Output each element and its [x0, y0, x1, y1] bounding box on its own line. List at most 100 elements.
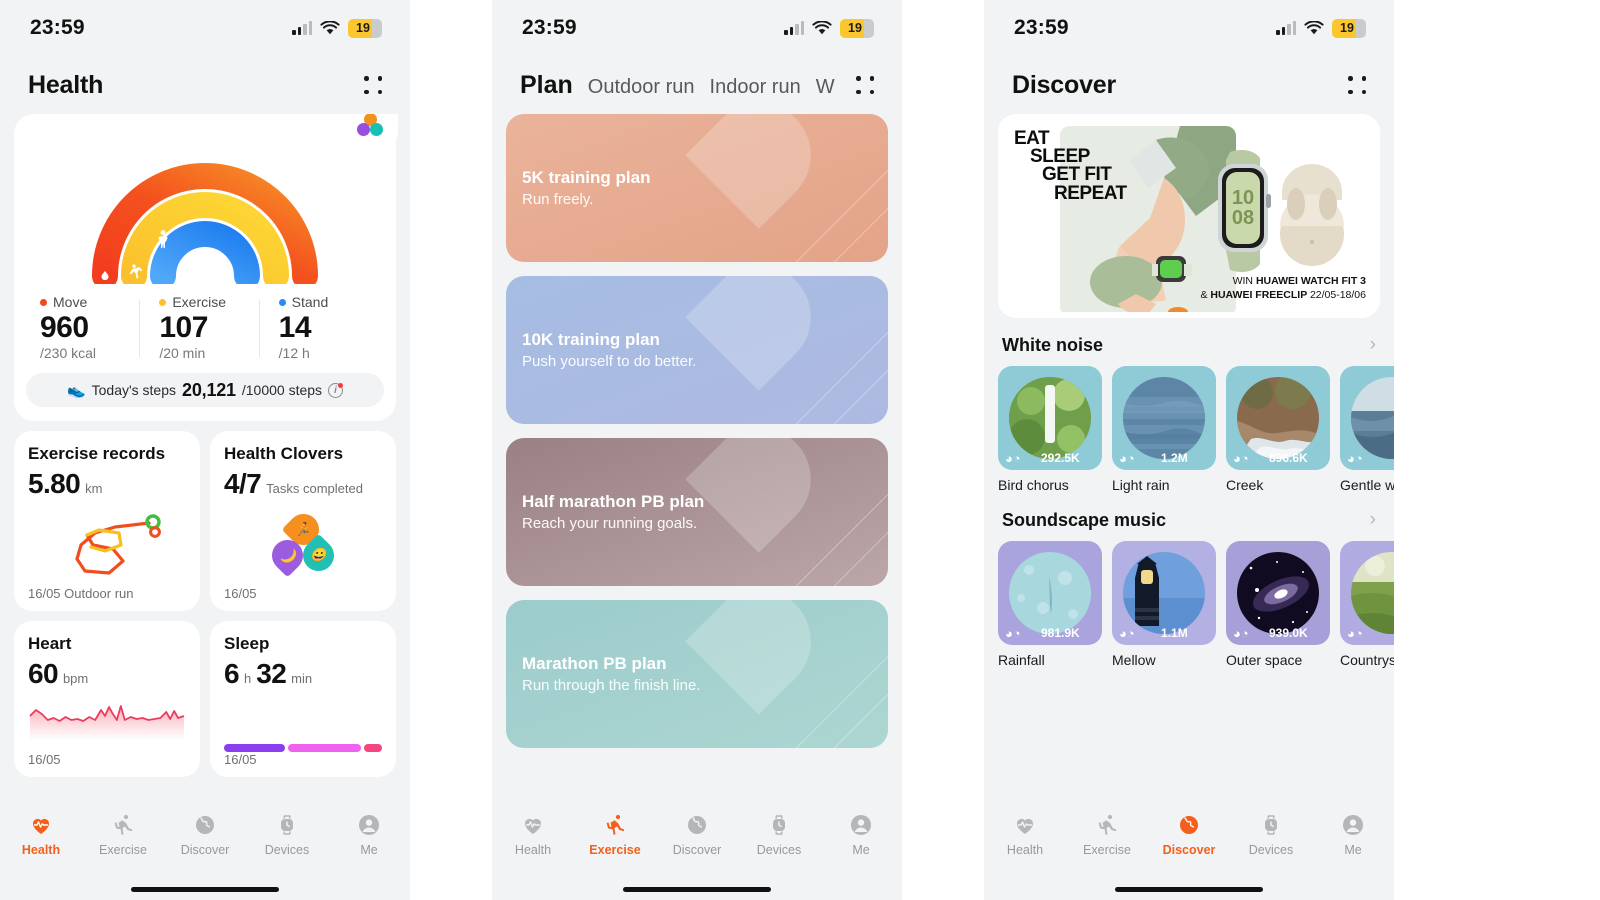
tab-me-label: Me: [360, 843, 378, 857]
tab-devices[interactable]: Devices: [246, 812, 328, 857]
clover-badge-icon[interactable]: [342, 114, 398, 146]
legend-exercise-goal: /20 min: [159, 345, 206, 361]
list-item[interactable]: ◕◔ 1.1M Mellow: [1112, 541, 1216, 668]
tab-indoor-run[interactable]: Indoor run: [710, 76, 801, 99]
tab-discover[interactable]: Discover: [656, 812, 738, 857]
section-title-soundscape-music: Soundscape music: [1002, 509, 1167, 530]
tab-me[interactable]: Me: [328, 812, 410, 857]
tab-health[interactable]: Health: [492, 812, 574, 857]
home-indicator[interactable]: [492, 878, 902, 900]
bottom-tab-bar: Health Exercise Discover Devices Me: [0, 806, 410, 878]
tab-devices-label: Devices: [1248, 843, 1294, 857]
tab-discover-label: Discover: [672, 843, 722, 857]
todays-steps-pill[interactable]: 👟 Today's steps 20,121 /10000 steps i: [26, 373, 384, 407]
wifi-icon: [1304, 20, 1324, 36]
tab-walk-clipped[interactable]: W: [816, 76, 835, 99]
tab-outdoor-run[interactable]: Outdoor run: [588, 76, 695, 99]
list-item[interactable]: ◕◔ 939.0K Outer space: [1226, 541, 1330, 668]
legend-exercise: Exercise 107 /20 min: [139, 294, 264, 361]
plan-card-half-marathon[interactable]: Half marathon PB plan Reach your running…: [506, 438, 888, 586]
home-indicator[interactable]: [984, 878, 1394, 900]
tab-discover[interactable]: Discover: [1148, 812, 1230, 857]
list-item[interactable]: ◕◔ 896.6K Creek: [1226, 366, 1330, 493]
runner-icon: [1094, 812, 1120, 838]
running-shoe-icon: 👟: [66, 382, 86, 399]
tab-exercise[interactable]: Exercise: [82, 812, 164, 857]
activity-rings-card[interactable]: Move 960 /230 kcal Exercise 107 /20 min …: [14, 114, 398, 421]
status-bar: 23:59 19: [984, 0, 1394, 56]
list-item[interactable]: ◕◔ 74 Countrysi: [1340, 541, 1394, 668]
exercise-records-date: 16/05 Outdoor run: [28, 586, 134, 601]
grid-dots-icon[interactable]: [362, 74, 384, 96]
health-clovers-card[interactable]: Health Clovers 4/7 Tasks completed 🏃 🌙 😀…: [210, 431, 396, 611]
section-header-white-noise[interactable]: White noise ›: [984, 334, 1394, 356]
sleep-hours: 6: [224, 658, 240, 689]
chevron-right-icon[interactable]: ›: [1370, 334, 1376, 356]
play-count: 896.6K: [1269, 451, 1308, 465]
info-icon[interactable]: i: [328, 382, 344, 398]
tab-health-label: Health: [1006, 843, 1044, 857]
tab-devices[interactable]: Devices: [1230, 812, 1312, 857]
chevron-right-icon[interactable]: ›: [1370, 509, 1376, 531]
list-item[interactable]: ◕◔ 292.5K Bird chorus: [998, 366, 1102, 493]
activity-rings-graphic: [26, 124, 384, 284]
list-item[interactable]: ◕◔ 981.9K Rainfall: [998, 541, 1102, 668]
plan-subtitle: Run through the finish line.: [522, 677, 701, 694]
exercise-records-title: Exercise records: [28, 444, 166, 463]
play-count: 292.5K: [1041, 451, 1080, 465]
app-header: Discover: [984, 56, 1394, 114]
tab-health[interactable]: Health: [984, 812, 1066, 857]
sleep-card[interactable]: Sleep 6 h 32 min 16/05: [210, 621, 396, 777]
tile-thumbnail: ◕◔ 292.5K: [998, 366, 1102, 470]
section-header-soundscape-music[interactable]: Soundscape music ›: [984, 509, 1394, 531]
grid-dots-icon[interactable]: [854, 74, 876, 96]
white-noise-row[interactable]: ◕◔ 292.5K Bird chorus ◕◔ 1.2M Light rain…: [984, 366, 1394, 493]
tab-exercise[interactable]: Exercise: [1066, 812, 1148, 857]
battery-percent: 19: [356, 21, 370, 35]
banner-watch-time-top: 10: [1232, 187, 1254, 209]
plan-card-10k[interactable]: 10K training plan Push yourself to do be…: [506, 276, 888, 424]
status-bar: 23:59 19: [492, 0, 902, 56]
tab-plan[interactable]: Plan: [520, 71, 573, 100]
battery-percent: 19: [1340, 21, 1354, 35]
plan-title: 5K training plan: [522, 168, 651, 187]
app-header: Plan Outdoor run Indoor run W: [492, 56, 902, 114]
clover-icon: 🏃 🌙 😀: [224, 500, 382, 586]
tab-devices[interactable]: Devices: [738, 812, 820, 857]
home-indicator[interactable]: [0, 878, 410, 900]
list-item[interactable]: ◕◔ 1.2M Light rain: [1112, 366, 1216, 493]
sleep-date: 16/05: [224, 752, 257, 767]
soundscape-music-row[interactable]: ◕◔ 981.9K Rainfall ◕◔ 1.1M Mellow ◕◔ 939…: [984, 541, 1394, 668]
sleep-minutes: 32: [256, 658, 287, 689]
tab-health[interactable]: Health: [0, 812, 82, 857]
tab-discover[interactable]: Discover: [164, 812, 246, 857]
heart-card[interactable]: Heart 60 bpm 16/05: [14, 621, 200, 777]
tab-me[interactable]: Me: [820, 812, 902, 857]
tab-exercise-label: Exercise: [589, 843, 641, 857]
plan-card-marathon[interactable]: Marathon PB plan Run through the finish …: [506, 600, 888, 748]
legend-exercise-label: Exercise: [159, 294, 264, 310]
banner-headline-line3: GET FIT: [1042, 164, 1112, 186]
plan-card-5k[interactable]: 5K training plan Run freely.: [506, 114, 888, 262]
tab-exercise[interactable]: Exercise: [574, 812, 656, 857]
bottom-tab-bar: Health Exercise Discover Devices Me: [492, 806, 902, 878]
phone-exercise-plan: 23:59 19 Plan Outdoor run Indoor run W 5…: [492, 0, 902, 900]
exercise-records-card[interactable]: Exercise records 5.80 km 16/05 Outdoor r…: [14, 431, 200, 611]
tile-thumbnail: ◕◔ 93: [1340, 366, 1394, 470]
tab-me[interactable]: Me: [1312, 812, 1394, 857]
globe-icon: [684, 812, 710, 838]
promo-banner[interactable]: 10 08 EAT SLEEP GET FIT REPEAT WIN HUAWE…: [998, 114, 1380, 318]
runner-icon: [110, 812, 136, 838]
sleep-stage-bar: [224, 690, 382, 752]
headphone-icon: ◕◔: [1119, 625, 1135, 641]
tile-thumbnail: ◕◔ 74: [1340, 541, 1394, 645]
grid-dots-icon[interactable]: [1346, 74, 1368, 96]
banner-product-images: 10 08: [1182, 146, 1368, 276]
cellular-signal-icon: [1276, 21, 1296, 35]
heart-value: 60: [28, 658, 59, 689]
list-item[interactable]: ◕◔ 93 Gentle wa: [1340, 366, 1394, 493]
tile-thumbnail: ◕◔ 939.0K: [1226, 541, 1330, 645]
plan-decor-line: [829, 276, 888, 424]
tile-label: Bird chorus: [998, 477, 1069, 493]
battery-indicator: 19: [1332, 18, 1366, 38]
